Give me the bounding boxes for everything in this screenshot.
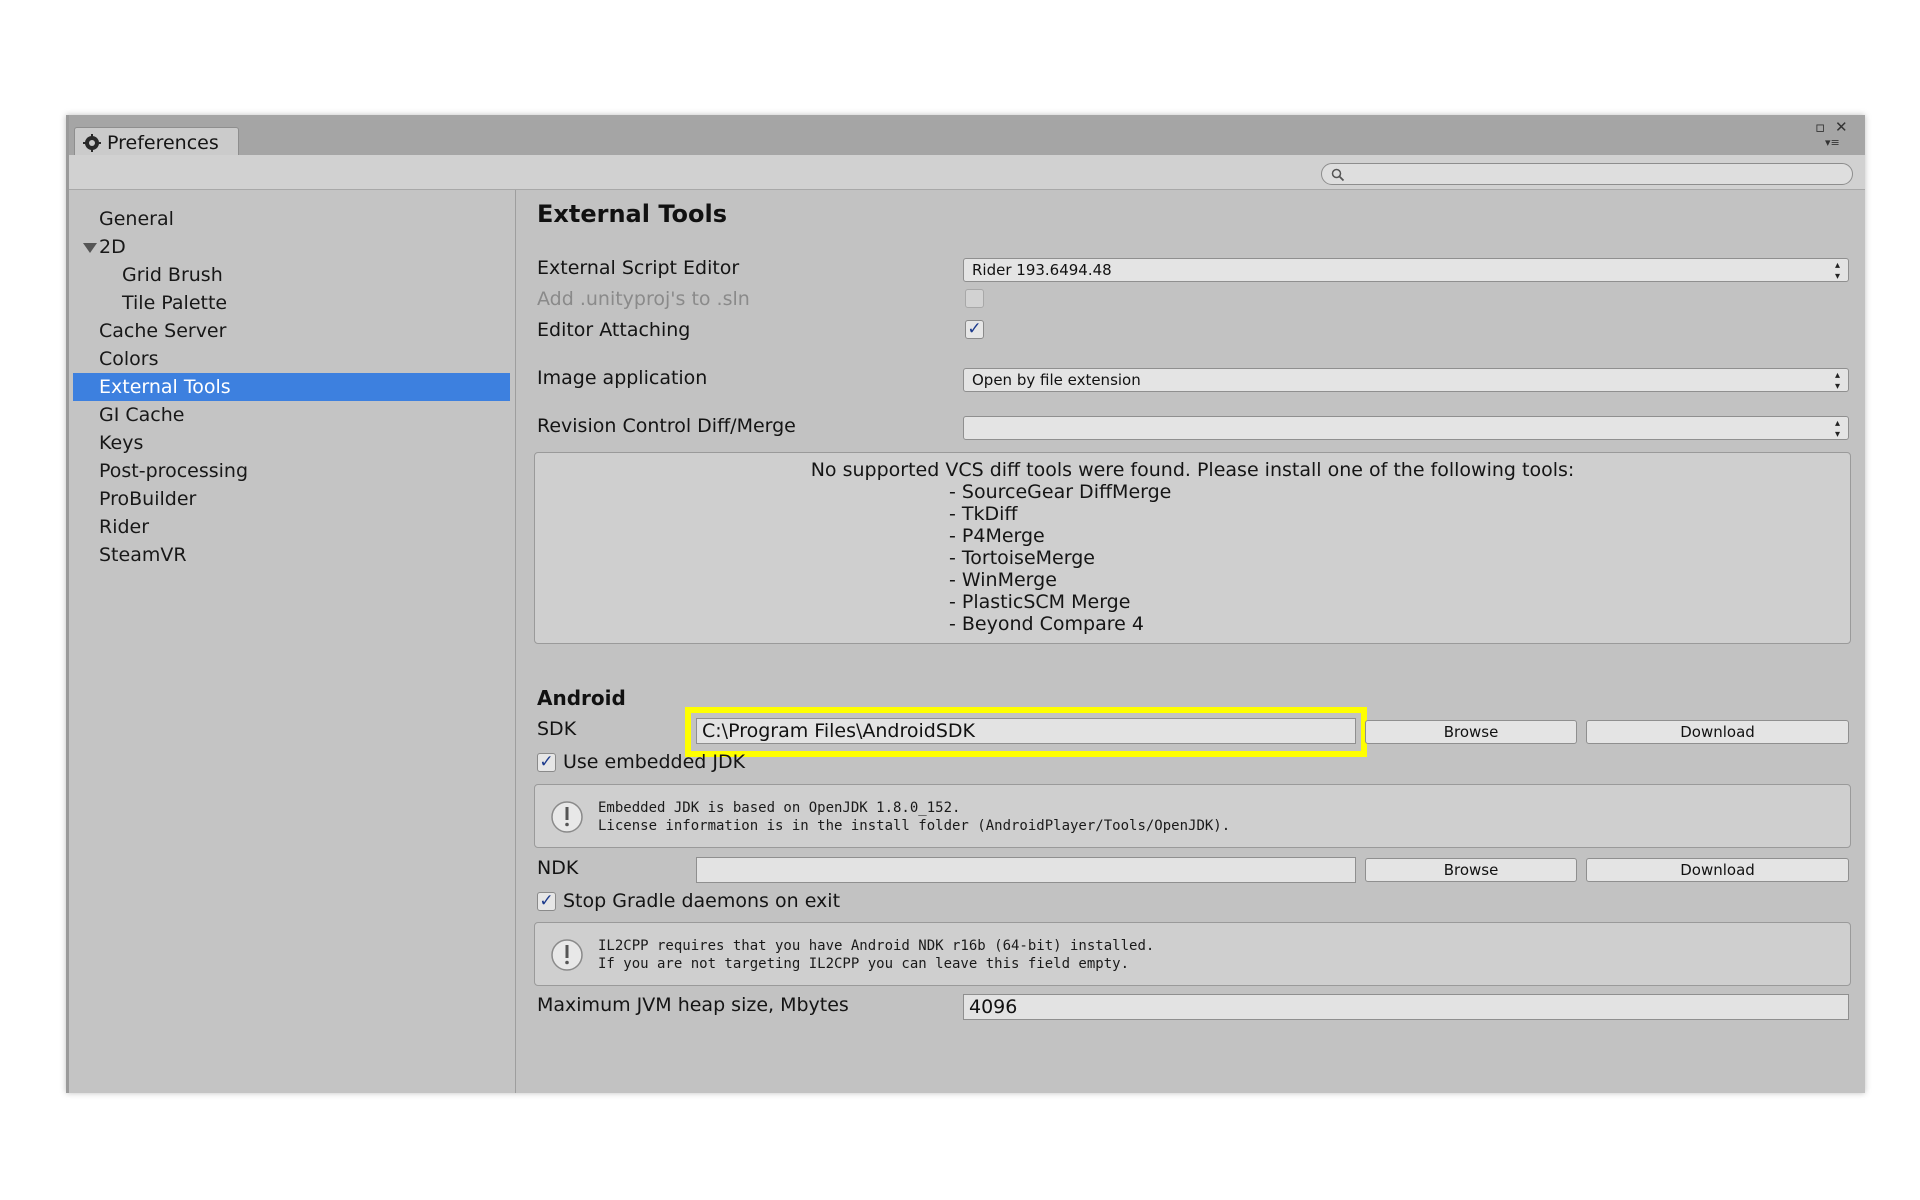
sidebar-item-label: Post-processing <box>99 460 249 482</box>
title-bar: Preferences ▫ ✕ ▾≡ <box>69 115 1865 157</box>
tab-title: Preferences <box>107 131 219 154</box>
checkmark-icon: ✓ <box>539 752 554 772</box>
sdk-highlight-box <box>685 707 1367 757</box>
vcs-tool-item: - WinMerge <box>949 569 1057 591</box>
window-menu-icon[interactable]: ▾≡ <box>1825 135 1840 151</box>
jdk-info-line: Embedded JDK is based on OpenJDK 1.8.0_1… <box>598 800 961 816</box>
preferences-sidebar: General 2D Grid Brush Tile Palette Cache… <box>69 190 516 1093</box>
android-heading: Android <box>537 686 626 710</box>
sidebar-item-label: 2D <box>99 236 126 258</box>
il2cpp-info-text: IL2CPP requires that you have Android ND… <box>598 937 1154 973</box>
ndk-path-field[interactable] <box>696 857 1356 883</box>
foldout-arrow-icon[interactable] <box>83 243 97 253</box>
sidebar-item-label: Grid Brush <box>122 264 223 286</box>
preferences-content: External Tools External Script Editor Ri… <box>516 190 1865 1093</box>
sidebar-item-tile-palette[interactable]: Tile Palette <box>73 289 510 317</box>
unityproj-label: Add .unityproj's to .sln <box>537 288 750 310</box>
sidebar-item-2d[interactable]: 2D <box>73 233 510 261</box>
dropdown-arrows-icon: ▴ ▾ <box>1834 418 1840 440</box>
vcs-tool-item: - Beyond Compare 4 <box>949 613 1144 635</box>
sidebar-item-colors[interactable]: Colors <box>73 345 510 373</box>
script-editor-label: External Script Editor <box>537 257 740 279</box>
dropdown-arrows-icon: ▴ ▾ <box>1834 370 1840 392</box>
jvm-heap-label: Maximum JVM heap size, Mbytes <box>537 994 849 1016</box>
sdk-label: SDK <box>537 718 577 740</box>
script-editor-dropdown[interactable]: Rider 193.6494.48 ▴ ▾ <box>963 258 1849 282</box>
sidebar-item-label: General <box>99 208 174 230</box>
vcs-tool-item: - TortoiseMerge <box>949 547 1095 569</box>
sidebar-item-label: Cache Server <box>99 320 227 342</box>
ndk-browse-button[interactable]: Browse <box>1365 858 1577 882</box>
image-application-dropdown[interactable]: Open by file extension ▴ ▾ <box>963 368 1849 392</box>
vcs-tool-item: - TkDiff <box>949 503 1018 525</box>
vcs-tool-item: - SourceGear DiffMerge <box>949 481 1172 503</box>
maximize-icon[interactable]: ▫ <box>1815 119 1825 135</box>
stop-gradle-label: Stop Gradle daemons on exit <box>563 890 841 912</box>
sidebar-item-rider[interactable]: Rider <box>73 513 510 541</box>
ndk-download-button[interactable]: Download <box>1586 858 1849 882</box>
vcs-tool-item: - PlasticSCM Merge <box>949 591 1131 613</box>
warning-icon <box>551 801 583 833</box>
warning-icon <box>551 939 583 971</box>
revision-control-dropdown[interactable]: ▴ ▾ <box>963 416 1849 440</box>
il2cpp-info-line: If you are not targeting IL2CPP you can … <box>598 956 1130 972</box>
sidebar-item-label: GI Cache <box>99 404 185 426</box>
ndk-label: NDK <box>537 857 579 879</box>
script-editor-value: Rider 193.6494.48 <box>972 261 1112 279</box>
image-application-value: Open by file extension <box>972 371 1141 389</box>
sidebar-item-label: Rider <box>99 516 150 538</box>
jdk-info-text: Embedded JDK is based on OpenJDK 1.8.0_1… <box>598 799 1230 835</box>
sidebar-item-label: Tile Palette <box>122 292 228 314</box>
sidebar-item-grid-brush[interactable]: Grid Brush <box>73 261 510 289</box>
dropdown-arrows-icon: ▴ ▾ <box>1834 260 1840 282</box>
page-title: External Tools <box>537 200 727 228</box>
close-icon[interactable]: ✕ <box>1835 119 1848 135</box>
sidebar-item-general[interactable]: General <box>73 205 510 233</box>
toolbar <box>69 155 1865 190</box>
gear-icon <box>83 133 101 152</box>
sidebar-item-label: ProBuilder <box>99 488 197 510</box>
sidebar-item-label: SteamVR <box>99 544 187 566</box>
sidebar-item-probuilder[interactable]: ProBuilder <box>73 485 510 513</box>
search-input[interactable] <box>1321 163 1853 185</box>
vcs-intro-text: No supported VCS diff tools were found. … <box>810 459 1575 481</box>
sdk-browse-button[interactable]: Browse <box>1365 720 1577 744</box>
vcs-tool-item: - P4Merge <box>949 525 1045 547</box>
search-icon <box>1331 168 1345 182</box>
embedded-jdk-label: Use embedded JDK <box>563 751 746 773</box>
stop-gradle-checkbox[interactable]: ✓ <box>537 892 556 911</box>
sidebar-item-external-tools[interactable]: External Tools <box>73 373 510 401</box>
sidebar-item-label: External Tools <box>99 376 231 398</box>
checkmark-icon: ✓ <box>539 891 554 911</box>
sidebar-item-label: Keys <box>99 432 144 454</box>
sidebar-item-post-processing[interactable]: Post-processing <box>73 457 510 485</box>
sidebar-item-keys[interactable]: Keys <box>73 429 510 457</box>
embedded-jdk-checkbox[interactable]: ✓ <box>537 753 556 772</box>
il2cpp-info-box: IL2CPP requires that you have Android ND… <box>534 922 1851 986</box>
sdk-download-button[interactable]: Download <box>1586 720 1849 744</box>
jvm-heap-field[interactable]: 4096 <box>963 994 1849 1020</box>
image-application-label: Image application <box>537 367 708 389</box>
checkmark-icon: ✓ <box>967 319 982 339</box>
sidebar-item-steamvr[interactable]: SteamVR <box>73 541 510 569</box>
jdk-info-line: License information is in the install fo… <box>598 818 1231 834</box>
revision-control-label: Revision Control Diff/Merge <box>537 415 796 437</box>
unityproj-checkbox[interactable] <box>965 289 984 308</box>
sidebar-item-cache-server[interactable]: Cache Server <box>73 317 510 345</box>
sidebar-item-gi-cache[interactable]: GI Cache <box>73 401 510 429</box>
preferences-tab[interactable]: Preferences <box>74 127 239 157</box>
jdk-info-box: Embedded JDK is based on OpenJDK 1.8.0_1… <box>534 784 1851 848</box>
editor-attaching-checkbox[interactable]: ✓ <box>965 320 984 339</box>
sidebar-item-label: Colors <box>99 348 159 370</box>
preferences-window: Preferences ▫ ✕ ▾≡ General 2D Grid Brush… <box>66 115 1865 1093</box>
il2cpp-info-line: IL2CPP requires that you have Android ND… <box>598 938 1155 954</box>
vcs-tools-message: No supported VCS diff tools were found. … <box>534 452 1851 644</box>
editor-attaching-label: Editor Attaching <box>537 319 691 341</box>
